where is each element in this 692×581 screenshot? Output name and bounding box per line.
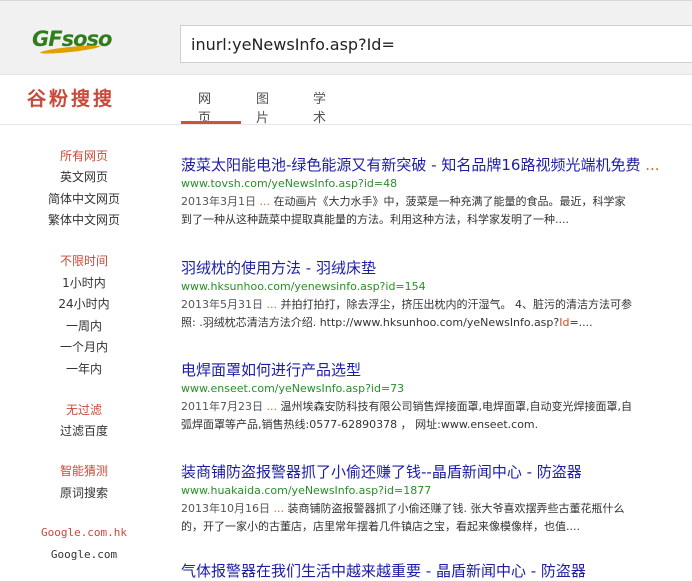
title-ellipsis: ... [645, 156, 660, 174]
result-url: www.tovsh.com/yeNewsInfo.asp?id=48 [181, 177, 398, 190]
snippet-ellipsis: ... [266, 400, 278, 413]
tab-images[interactable]: 图片 [256, 88, 269, 126]
result-snippet: 2013年10月16日 ... 装商铺防盗报警器抓了小偷还赚了钱. 张大爷喜欢摆… [181, 500, 692, 536]
snippet-ellipsis: ... [259, 195, 271, 208]
filter-past-week[interactable]: 一周内 [0, 317, 168, 334]
snippet-line-1: 温州埃森安防科技有限公司销售焊接面罩,电焊面罩,自动变光焊接面罩,自 [280, 400, 633, 413]
header-bar: GFsoso [0, 0, 692, 75]
filter-no-filter[interactable]: 无过滤 [0, 401, 168, 418]
filter-any-time[interactable]: 不限时间 [0, 252, 168, 269]
search-result: 羽绒枕的使用方法 - 羽绒床垫 www.hksunhoo.com/yenewsi… [181, 257, 692, 332]
tab-scholar[interactable]: 学术 [313, 88, 326, 126]
result-title-link[interactable]: 装商铺防盗报警器抓了小偷还赚了钱--晶盾新闻中心 - 防盗器 [181, 461, 692, 482]
result-snippet: 2011年7月23日 ... 温州埃森安防科技有限公司销售焊接面罩,电焊面罩,自… [181, 398, 692, 434]
snippet-line-2: 到了一种从这种蔬菜中提取真能量的方法。利用这种方法，科学家发明了一种.... [181, 213, 569, 226]
snippet-ellipsis: ... [266, 298, 278, 311]
result-url: www.enseet.com/yeNewsInfo.asp?id=73 [181, 382, 405, 395]
snippet-line-2: 照: .羽绒枕芯清洁方法介绍. http://www.hksunhoo.com/… [181, 316, 560, 329]
snippet-line-1: 在动画片《大力水手》中，菠菜是一种充满了能量的食品。最近，科学家 [273, 195, 626, 208]
engine-google-hk[interactable]: Google.com.hk [0, 526, 168, 539]
result-date: 2013年10月16日 [181, 502, 270, 515]
result-date: 2011年7月23日 [181, 400, 263, 413]
filter-past-month[interactable]: 一个月内 [0, 338, 168, 355]
snippet-line-1: 并拍打拍打，除去浮尘，挤压出枕内的汗湿气。 4、脏污的清洁方法可参 [280, 298, 633, 311]
engine-google-com[interactable]: Google.com [0, 548, 168, 561]
result-title-link[interactable]: 菠菜太阳能电池-绿色能源又有新突破 - 知名品牌16路视频光端机免费 ... [181, 154, 692, 175]
snippet-line-1: 装商铺防盗报警器抓了小偷还赚了钱. 张大爷喜欢摆弄些古董花瓶什么 [287, 502, 625, 515]
result-snippet: 2013年5月31日 ... 并拍打拍打，除去浮尘，挤压出枕内的汗湿气。 4、脏… [181, 296, 692, 332]
gfsoso-logo[interactable]: GFsoso [32, 27, 142, 56]
filter-exact-words[interactable]: 原词搜索 [0, 484, 168, 501]
filter-english-pages[interactable]: 英文网页 [0, 168, 168, 185]
filter-past-hour[interactable]: 1小时内 [0, 274, 168, 291]
brand-name: 谷粉搜搜 [27, 88, 116, 110]
result-date: 2013年3月1日 [181, 195, 256, 208]
search-input[interactable] [181, 26, 692, 62]
search-result: 电焊面罩如何进行产品选型 www.enseet.com/yeNewsInfo.a… [181, 359, 692, 434]
filter-smart-guess[interactable]: 智能猜测 [0, 462, 168, 479]
search-result: 装商铺防盗报警器抓了小偷还赚了钱--晶盾新闻中心 - 防盗器 www.huaka… [181, 461, 692, 536]
filter-past-year[interactable]: 一年内 [0, 360, 168, 377]
filter-exclude-baidu[interactable]: 过滤百度 [0, 422, 168, 439]
result-title-link[interactable]: 羽绒枕的使用方法 - 羽绒床垫 [181, 257, 692, 278]
filter-all-pages[interactable]: 所有网页 [0, 147, 168, 164]
header-divider [0, 124, 692, 125]
result-title-link[interactable]: 电焊面罩如何进行产品选型 [181, 359, 692, 380]
snippet-highlight: Id [559, 316, 570, 329]
filter-traditional-chinese[interactable]: 繁体中文网页 [0, 211, 168, 228]
result-date: 2013年5月31日 [181, 298, 263, 311]
result-title-text: 菠菜太阳能电池-绿色能源又有新突破 - 知名品牌16路视频光端机免费 [181, 156, 641, 174]
filter-simplified-chinese[interactable]: 简体中文网页 [0, 190, 168, 207]
snippet-line-2: 的，开了一家小的古董店，店里常年摆着几件镇店之宝，看起来像模像样，也值.... [181, 520, 580, 533]
filter-past-24h[interactable]: 24小时内 [0, 295, 168, 312]
result-url: www.huakaida.com/yeNewsInfo.asp?id=1877 [181, 484, 432, 497]
snippet-ellipsis: ... [273, 502, 285, 515]
search-box[interactable] [180, 25, 692, 63]
snippet-line-2: 弧焊面罩等产品,销售热线:0577-62890378 ， 网址:www.ense… [181, 418, 539, 431]
search-result: 菠菜太阳能电池-绿色能源又有新突破 - 知名品牌16路视频光端机免费 ... w… [181, 154, 692, 229]
result-url: www.hksunhoo.com/yenewsinfo.asp?id=154 [181, 280, 426, 293]
snippet-line-2-end: =.... [569, 316, 593, 329]
result-snippet: 2013年3月1日 ... 在动画片《大力水手》中，菠菜是一种充满了能量的食品。… [181, 193, 692, 229]
